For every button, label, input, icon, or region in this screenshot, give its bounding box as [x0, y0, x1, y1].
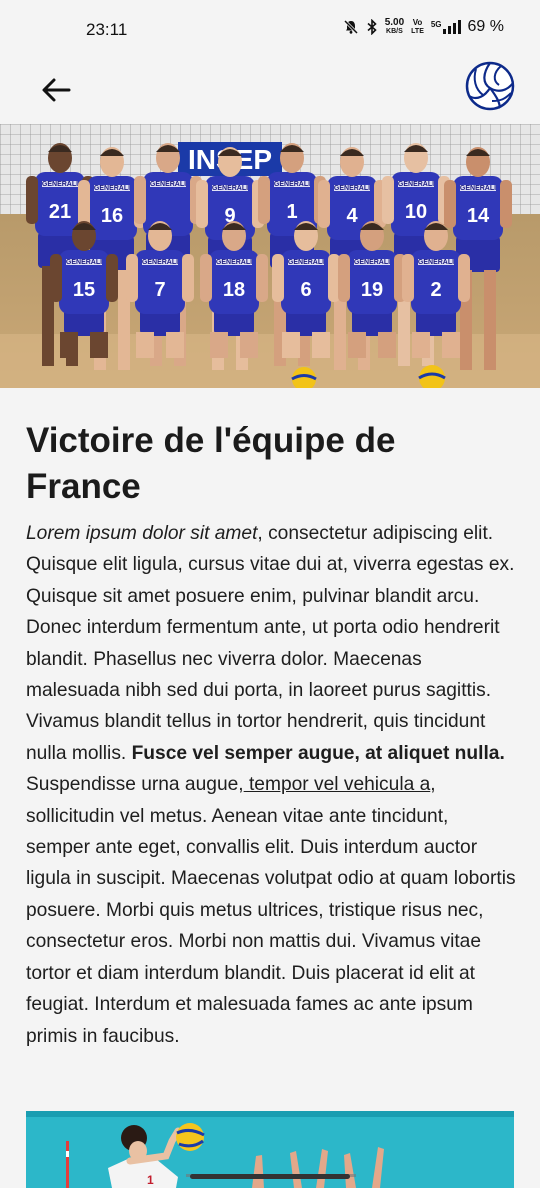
body-bold-text: Fusce vel semper augue, at aliquet nulla…: [131, 742, 505, 764]
svg-text:1: 1: [147, 1173, 154, 1187]
back-row-jersey-number-0: 21: [49, 201, 71, 223]
front-row-jersey-number-0: 15: [73, 279, 95, 301]
back-row-jersey-brand-5: GENERALI: [334, 185, 370, 192]
arrow-left-icon: [42, 78, 71, 102]
article-body: Lorem ipsum dolor sit amet, consectetur …: [26, 518, 516, 1052]
back-row-jersey-number-7: 14: [467, 205, 490, 227]
back-row-jersey-brand-0: GENERALI: [42, 181, 78, 188]
home-indicator[interactable]: [190, 1174, 350, 1179]
front-row-jersey-number-4: 19: [361, 279, 383, 301]
body-italic-text: Lorem ipsum dolor sit amet: [26, 523, 258, 544]
net-speed: 5.00 KB/S: [384, 17, 405, 36]
status-icons: 5.00 KB/S Vo LTE 5G 69 %: [343, 18, 504, 36]
front-row-jersey-brand-1: GENERALI: [142, 259, 178, 266]
front-row-jersey-number-5: 2: [430, 279, 441, 301]
back-row-jersey-number-1: 16: [101, 205, 123, 227]
body-text-3: , sollicitudin vel metus. Aenean vitae a…: [26, 774, 516, 1047]
team-photo-illustration: INSEP 21GENERALI16GENERALIGENERALI9GENER…: [0, 124, 540, 388]
battery-level: 69 %: [467, 18, 504, 35]
body-text-2: Suspendisse urna augue,: [26, 774, 244, 796]
front-row-jersey-brand-2: GENERALI: [216, 259, 252, 266]
volte-indicator: Vo LTE: [411, 18, 424, 35]
body-link[interactable]: tempor vel vehicula a: [244, 774, 430, 795]
signal-icon: [442, 20, 461, 34]
body-text-1: , consectetur adipiscing elit. Quisque e…: [26, 523, 515, 764]
team-photo: INSEP 21GENERALI16GENERALIGENERALI9GENER…: [0, 124, 540, 388]
back-button[interactable]: [34, 68, 78, 112]
back-row-jersey-brand-3: GENERALI: [212, 185, 248, 192]
back-row-jersey-brand-7: GENERALI: [460, 185, 496, 192]
back-row-jersey-number-4: 1: [286, 201, 297, 223]
article-title: Victoire de l'équipe de France: [26, 421, 396, 506]
front-row-jersey-brand-4: GENERALI: [354, 259, 390, 266]
back-row-jersey-brand-6: GENERALI: [398, 181, 434, 188]
front-row-jersey-brand-5: GENERALI: [418, 259, 454, 266]
front-row-jersey-number-2: 18: [223, 279, 245, 301]
do-not-disturb-icon: [343, 19, 358, 35]
front-row-jersey-brand-3: GENERALI: [288, 259, 324, 266]
status-time: 23:11: [86, 20, 128, 39]
app-bar: [0, 60, 540, 124]
bluetooth-icon: [367, 19, 377, 35]
back-row-jersey-number-6: 10: [405, 201, 427, 223]
front-row-jersey-brand-0: GENERALI: [66, 259, 102, 266]
front-row-jersey-number-1: 7: [154, 279, 165, 301]
back-row-jersey-number-5: 4: [346, 205, 358, 227]
status-bar: 23:11 5.00 KB/S Vo LTE 5G 69 %: [0, 0, 540, 60]
back-row-jersey-brand-2: GENERALI: [150, 181, 186, 188]
back-row-jersey-brand-4: GENERALI: [274, 181, 310, 188]
signal-indicator: 5G: [431, 20, 461, 34]
back-row-jersey-brand-1: GENERALI: [94, 185, 130, 192]
volleyball-icon[interactable]: [465, 61, 515, 111]
article: Victoire de l'équipe de France Lorem ips…: [26, 418, 516, 1052]
front-row-jersey-number-3: 6: [300, 279, 311, 301]
